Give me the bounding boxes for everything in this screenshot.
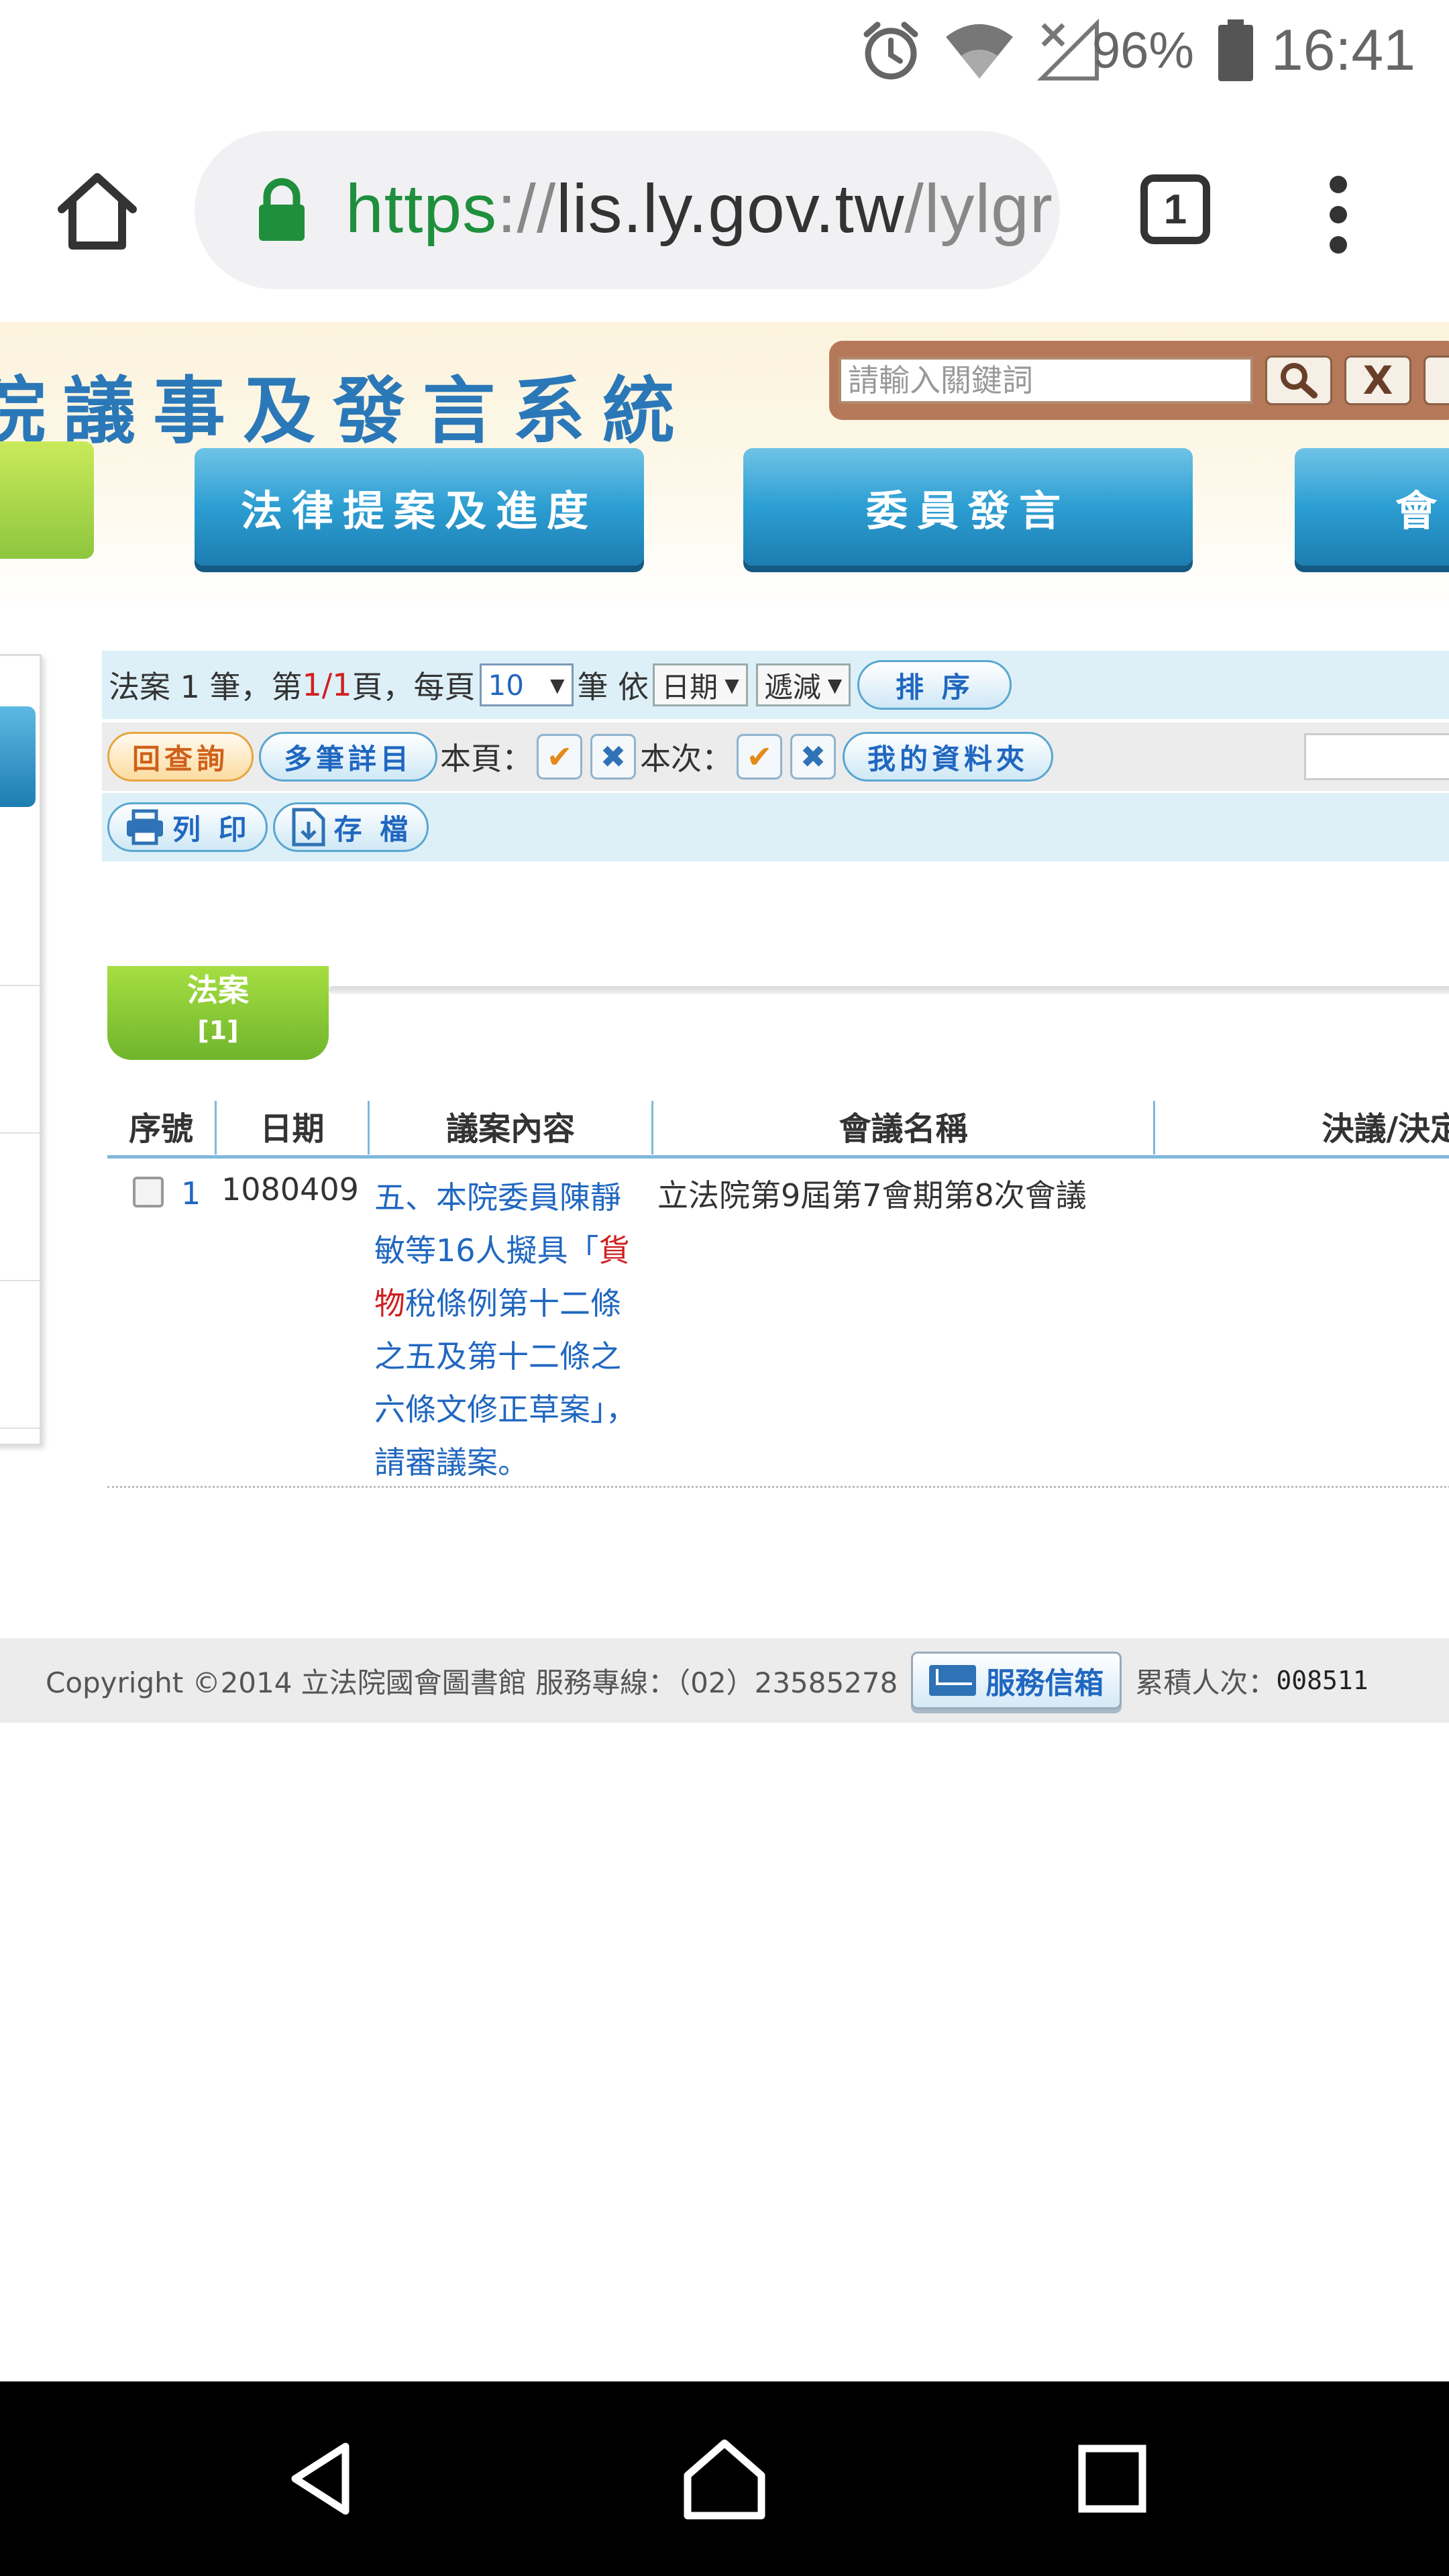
site-banner: 院議事及發言系統 請輸入關鍵詞 X 法律提案及進度 委員發言 會 <box>0 322 1449 610</box>
nav-meetings[interactable]: 會 <box>1295 448 1449 566</box>
back-to-search-button[interactable]: 回查詢 <box>107 732 254 782</box>
sort-field-select[interactable]: 日期 ▼ <box>653 663 748 706</box>
magnifier-icon <box>1281 363 1318 398</box>
clear-session-cross-icon[interactable]: ✖ <box>790 734 837 780</box>
dropdown-arrow-icon: ▼ <box>550 674 565 696</box>
sort-by-label: 筆 依 <box>577 669 649 705</box>
per-page-value: 10 <box>488 668 524 702</box>
sort-order-select[interactable]: 遞減 ▼ <box>755 663 851 706</box>
site-footer: Copyright ©2014 立法院國會圖書館 服務專線：（02）235852… <box>0 1638 1449 1723</box>
search-input[interactable]: 請輸入關鍵詞 <box>839 357 1253 404</box>
row-meeting: 立法院第9屆第7會期第8次會議 <box>657 1177 1087 1214</box>
service-mail-button[interactable]: 服務信箱 <box>911 1652 1122 1709</box>
url-text: https://lis.ly.gov.tw/lylgr <box>345 170 1053 248</box>
printer-icon <box>127 809 163 845</box>
sort-field-value: 日期 <box>661 670 718 704</box>
current-page: 1/1 <box>302 667 352 703</box>
nav-law-proposals[interactable]: 法律提案及進度 <box>195 448 644 566</box>
row-date: 1080409 <box>221 1171 359 1208</box>
home-nav-icon[interactable] <box>651 2381 798 2576</box>
tab-law-count: [1] <box>197 1016 239 1045</box>
per-page-select[interactable]: 10 ▼ <box>479 663 574 706</box>
tab-switcher-icon[interactable]: 1 <box>1140 174 1210 244</box>
url-path: /lylgr <box>904 170 1053 247</box>
tab-law-label: 法案 <box>187 972 249 1008</box>
this-page-label: 本頁： <box>440 741 533 777</box>
row-content-link[interactable]: 五、本院委員陳靜敏等16人擬具「貨物稅條例第十二條之五及第十二條之六條文修正草案… <box>374 1171 649 1489</box>
wifi-icon <box>943 13 1016 87</box>
home-icon[interactable] <box>54 168 141 255</box>
battery-percent: 96% <box>1091 21 1194 79</box>
row-seq-link[interactable]: 1 <box>181 1175 201 1212</box>
dropdown-arrow-icon: ▼ <box>724 674 739 696</box>
quick-input[interactable] <box>1304 733 1449 780</box>
search-button[interactable] <box>1265 356 1332 405</box>
sort-order-value: 遞減 <box>764 670 821 704</box>
this-time-label: 本次： <box>640 741 733 777</box>
address-bar[interactable]: https://lis.ly.gov.tw/lylgr <box>195 131 1060 289</box>
android-nav-bar <box>0 2381 1449 2576</box>
save-file-icon <box>292 808 325 847</box>
battery-icon <box>1216 13 1256 87</box>
side-ribbon <box>0 706 36 807</box>
web-page: 院議事及發言系統 請輸入關鍵詞 X 法律提案及進度 委員發言 會 法案 1 筆，… <box>0 322 1449 2381</box>
output-bar: 列 印 存 檔 <box>102 793 1449 861</box>
select-session-checkmark-icon[interactable]: ✔ <box>737 734 783 780</box>
per-page-label: 頁，每頁 <box>352 669 476 705</box>
column-header-content[interactable]: 議案內容 <box>370 1097 651 1155</box>
service-mail-label: 服務信箱 <box>985 1666 1104 1701</box>
visits-label: 累積人次： <box>1135 1666 1277 1699</box>
print-label: 列 印 <box>172 812 251 846</box>
column-header-seq[interactable]: 序號 <box>107 1097 215 1155</box>
search-extra-button[interactable] <box>1424 356 1449 405</box>
row-content-text-rest: 稅條例第十二條之五及第十二條之六條文修正草案」，請審議案。 <box>374 1285 637 1481</box>
column-header-date[interactable]: 日期 <box>217 1097 368 1155</box>
overflow-menu-icon[interactable] <box>1318 174 1358 255</box>
browser-toolbar: https://lis.ly.gov.tw/lylgr 1 <box>0 101 1449 322</box>
my-folder-button[interactable]: 我的資料夾 <box>843 732 1054 782</box>
lock-icon <box>255 178 309 245</box>
row-content-text: 五、本院委員陳靜敏等16人擬具「 <box>374 1179 621 1269</box>
back-icon[interactable] <box>248 2381 396 2576</box>
select-page-checkmark-icon[interactable]: ✔ <box>537 734 583 780</box>
action-bar: 回查詢 多筆詳目 本頁： ✔ ✖ 本次： ✔ ✖ 我的資料夾 <box>102 722 1449 791</box>
column-header-resolution[interactable]: 決議/決定 <box>1155 1097 1449 1155</box>
column-header-meeting[interactable]: 會議名稱 <box>653 1097 1153 1155</box>
url-host: lis.ly.gov.tw <box>556 170 905 247</box>
row-checkbox[interactable] <box>133 1177 164 1208</box>
tab-law[interactable]: 法案 [1] <box>107 966 329 1060</box>
nav-ribbon-left[interactable] <box>0 441 94 559</box>
visits-counter: 008511 <box>1276 1666 1368 1695</box>
results-table-header: 序號 日期 議案內容 會議名稱 決議/決定 <box>107 1097 1449 1159</box>
url-separator: :// <box>497 170 557 247</box>
print-button[interactable]: 列 印 <box>107 802 268 852</box>
side-panel <box>0 654 42 1446</box>
clear-page-cross-icon[interactable]: ✖ <box>590 734 637 780</box>
envelope-icon <box>929 1665 977 1696</box>
save-file-button[interactable]: 存 檔 <box>272 802 429 852</box>
clock: 16:41 <box>1271 17 1415 83</box>
alarm-icon <box>857 13 924 87</box>
save-file-label: 存 檔 <box>333 812 413 846</box>
result-summary-bar: 法案 1 筆，第 1/1 頁，每頁 10 ▼ 筆 依 日期 ▼ 遞減 ▼ 排 序 <box>102 651 1449 719</box>
multi-detail-button[interactable]: 多筆詳目 <box>259 732 438 782</box>
dropdown-arrow-icon: ▼ <box>827 674 843 696</box>
url-scheme: https <box>345 170 498 247</box>
side-divider <box>0 985 42 986</box>
clear-search-button[interactable]: X <box>1344 356 1411 405</box>
status-bar: 96% 16:41 <box>0 0 1449 101</box>
sort-button[interactable]: 排 序 <box>857 660 1012 710</box>
table-row: 1 1080409 五、本院委員陳靜敏等16人擬具「貨物稅條例第十二條之五及第十… <box>107 1162 1449 1488</box>
nav-member-speeches[interactable]: 委員發言 <box>743 448 1193 566</box>
tab-divider <box>329 986 1449 994</box>
site-search: 請輸入關鍵詞 X <box>829 341 1449 420</box>
site-title: 院議事及發言系統 <box>0 369 693 453</box>
recents-icon[interactable] <box>1038 2381 1186 2576</box>
result-count-text: 法案 1 筆，第 <box>109 669 303 705</box>
copyright-text: Copyright ©2014 立法院國會圖書館 服務專線：（02）235852… <box>46 1666 898 1699</box>
side-divider <box>0 1428 42 1429</box>
side-divider <box>0 1132 42 1134</box>
side-divider <box>0 1280 42 1281</box>
